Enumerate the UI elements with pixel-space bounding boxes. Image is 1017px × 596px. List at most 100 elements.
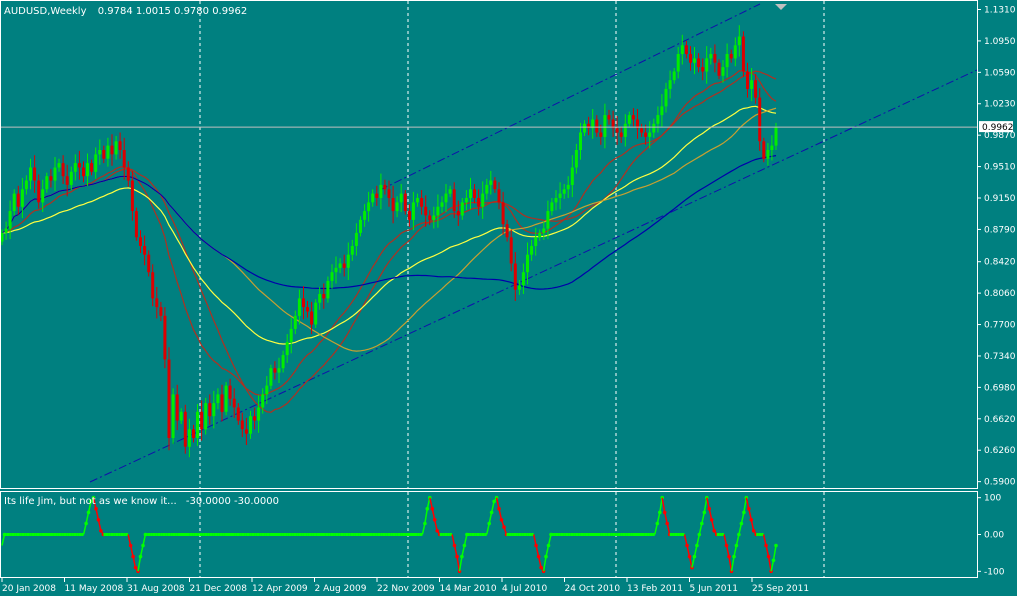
candle-body	[90, 163, 94, 172]
price-tick-label: 0.6260	[984, 446, 1016, 456]
candle-body	[554, 198, 558, 203]
candle-body	[57, 163, 61, 168]
price-tick-label: 0.5900	[984, 478, 1016, 488]
candle-body	[106, 145, 110, 159]
candle-body	[542, 228, 546, 233]
time-tick-label: 14 Mar 2010	[440, 584, 497, 594]
candle-body	[477, 198, 481, 207]
indicator-name: Its life Jim, but not as we know it...	[4, 496, 177, 507]
candle-body	[175, 394, 179, 421]
candle-body	[493, 180, 497, 190]
candle-body	[244, 429, 248, 434]
candle-body	[346, 254, 350, 268]
candle-body	[228, 385, 232, 399]
current-price-value: 0.9962	[982, 123, 1014, 133]
candle-body	[65, 176, 69, 185]
candle-body	[293, 315, 297, 329]
candle-body	[151, 272, 155, 299]
candle-body	[147, 254, 151, 273]
chart-canvas[interactable]: AUDUSD,Weekly 0.9784 1.0015 0.9780 0.996…	[0, 0, 1017, 596]
candle-body	[224, 385, 228, 412]
candle-body	[456, 211, 460, 216]
candle-body	[530, 246, 534, 255]
candle-body	[371, 193, 375, 203]
candle-body	[314, 302, 318, 325]
candle-body	[501, 202, 505, 225]
candle-body	[350, 246, 354, 255]
candle-body	[310, 311, 314, 325]
candle-body	[770, 145, 774, 150]
candle-body	[521, 272, 525, 286]
candle-body	[379, 184, 383, 198]
candle-body	[277, 368, 281, 373]
candle-body	[118, 141, 122, 150]
candle-body	[383, 184, 387, 190]
candle-body	[550, 202, 554, 212]
price-tick-label: 1.1310	[984, 6, 1016, 16]
candle-body	[363, 211, 367, 220]
candle-body	[416, 198, 419, 203]
time-tick-label: 25 Sep 2011	[752, 584, 809, 594]
candle-body	[774, 127, 778, 146]
price-tick-label: 0.6980	[984, 383, 1016, 393]
candle-body	[615, 128, 619, 133]
candle-body	[33, 167, 37, 181]
candle-body	[579, 132, 582, 150]
candle-body	[619, 132, 623, 137]
candle-body	[464, 198, 468, 203]
candle-body	[750, 80, 754, 89]
candle-body	[342, 263, 346, 268]
candle-body	[281, 355, 285, 369]
ohlc-values: 0.9784 1.0015 0.9780 0.9962	[98, 6, 248, 17]
candle-body	[61, 163, 65, 177]
candle-body	[644, 132, 648, 137]
candle-body	[297, 298, 301, 316]
candle-body	[265, 385, 269, 395]
candle-body	[29, 167, 32, 181]
candle-body	[562, 189, 566, 194]
candle-body	[469, 189, 472, 198]
candle-body	[481, 193, 485, 207]
candle-body	[216, 394, 220, 404]
chart-title: AUDUSD,Weekly 0.9784 1.0015 0.9780 0.996…	[4, 6, 247, 17]
candle-body	[253, 416, 257, 421]
time-tick-label: 2 Aug 2009	[315, 584, 367, 594]
candle-body	[94, 154, 98, 172]
candle-body	[725, 54, 729, 68]
candle-body	[689, 54, 692, 63]
candle-body	[82, 167, 85, 177]
candle-body	[754, 80, 758, 98]
candle-body	[240, 420, 244, 430]
candle-body	[627, 115, 631, 124]
candle-body	[24, 180, 28, 190]
candle-body	[640, 128, 644, 133]
candle-body	[126, 167, 130, 181]
symbol-label: AUDUSD,Weekly	[4, 6, 87, 17]
candle-body	[306, 307, 309, 312]
candle-body	[444, 193, 448, 203]
candle-body	[733, 45, 737, 59]
candle-body	[721, 67, 725, 76]
candle-body	[285, 342, 289, 356]
candle-body	[693, 58, 696, 63]
time-tick-label: 31 Aug 2008	[127, 584, 185, 594]
candle-body	[37, 180, 41, 203]
indicator-values: -30.0000 -30.0000	[186, 496, 279, 507]
candle-body	[232, 398, 236, 408]
candle-body	[746, 71, 749, 89]
candle-body	[505, 224, 509, 238]
price-tick-label: 1.0230	[984, 100, 1016, 110]
candle-body	[387, 189, 391, 198]
candle-body	[509, 237, 513, 264]
candle-body	[98, 150, 102, 155]
candle-body	[4, 228, 8, 233]
candle-body	[69, 171, 73, 185]
candle-body	[741, 36, 745, 72]
candle-body	[330, 272, 334, 281]
indicator-tick-label: 0.00	[984, 531, 1004, 541]
candle-body	[717, 62, 721, 76]
time-tick-label: 5 Jun 2011	[690, 584, 738, 594]
candle-body	[538, 232, 542, 238]
candle-body	[660, 106, 664, 116]
current-price-tag: 0.9962	[979, 121, 1014, 133]
